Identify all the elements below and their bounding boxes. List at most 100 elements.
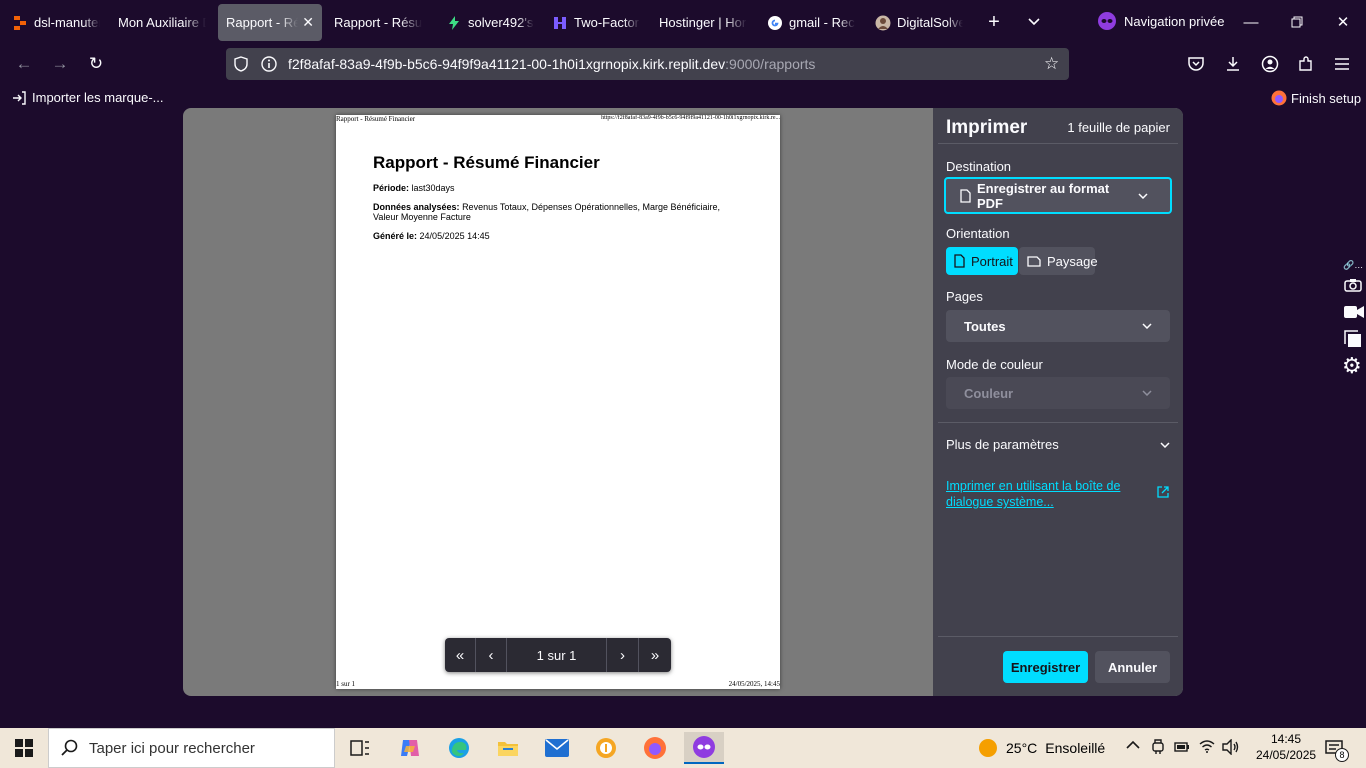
- tab-label: Hostinger | Horizons: [659, 15, 747, 30]
- clock[interactable]: 14:45 24/05/2025: [1256, 731, 1316, 763]
- close-window-button[interactable]: ✕: [1320, 0, 1366, 44]
- chevron-down-icon: [1142, 323, 1152, 329]
- color-mode-label: Mode de couleur: [946, 357, 1043, 372]
- document-icon: [960, 188, 971, 203]
- edge-icon[interactable]: [439, 732, 479, 764]
- tab-gmail-recherche[interactable]: gmail - Recherche: [759, 4, 863, 41]
- extensions-icon[interactable]: [1290, 48, 1322, 80]
- show-hidden-icons-chevron-icon[interactable]: [1126, 740, 1140, 749]
- tab-mon-auxiliaire[interactable]: Mon Auxiliaire Digital: [110, 4, 214, 41]
- save-button[interactable]: Enregistrer: [1003, 651, 1088, 683]
- finish-setup-label: Finish setup: [1291, 90, 1362, 106]
- forward-arrow-icon[interactable]: →: [44, 48, 76, 80]
- tab-label: Two-Factor Auth: [574, 15, 640, 30]
- previous-page-icon[interactable]: ‹: [476, 638, 507, 672]
- search-placeholder: Taper ici pour rechercher: [89, 739, 255, 757]
- report-genere: Généré le: 24/05/2025 14:45: [373, 231, 490, 241]
- account-icon[interactable]: [1254, 48, 1286, 80]
- pages-label: Pages: [946, 289, 983, 304]
- settings-gear-icon[interactable]: ⚙: [1342, 355, 1362, 377]
- divider: [938, 422, 1178, 423]
- destination-value: Enregistrer au format PDF: [977, 180, 1110, 211]
- tab-rapport[interactable]: Rapport - Résumé: [326, 4, 430, 41]
- task-view-icon[interactable]: [340, 732, 380, 764]
- tab-hostinger[interactable]: Hostinger | Horizons: [651, 4, 755, 41]
- destination-select[interactable]: Enregistrer au format PDF: [944, 177, 1172, 214]
- notification-badge: 8: [1335, 748, 1349, 762]
- wifi-icon[interactable]: [1199, 739, 1215, 753]
- system-dialog-link[interactable]: Imprimer en utilisant la boîte de dialog…: [946, 478, 1131, 510]
- import-bookmarks-label: Importer les marque-...: [32, 90, 164, 105]
- restore-button[interactable]: [1274, 0, 1320, 44]
- windows-taskbar: Taper ici pour rechercher 25°C Ensoleill…: [0, 728, 1366, 768]
- preview-header-right: https://f2f8afaf-83a9-4f9b-b5c6-94f9f9a4…: [601, 115, 780, 121]
- genere-label: Généré le:: [373, 231, 418, 241]
- usb-device-icon[interactable]: [1151, 739, 1165, 755]
- preview-header-left: Rapport - Résumé Financier: [336, 115, 416, 123]
- person-avatar-icon: [875, 15, 891, 31]
- video-camera-icon[interactable]: [1344, 305, 1364, 319]
- firefox-private-taskbar-icon[interactable]: [684, 732, 724, 764]
- close-icon[interactable]: ✕: [298, 14, 314, 31]
- file-explorer-icon[interactable]: [488, 732, 528, 764]
- landscape-page-icon: [1027, 255, 1041, 267]
- list-all-tabs-chevron-icon[interactable]: [1018, 6, 1050, 38]
- camera-icon[interactable]: [1344, 278, 1362, 292]
- first-page-icon[interactable]: «: [445, 638, 476, 672]
- vpn-shield-icon[interactable]: [586, 732, 626, 764]
- firefox-taskbar-icon[interactable]: [635, 732, 675, 764]
- minimize-button[interactable]: —: [1228, 0, 1274, 44]
- downloads-icon[interactable]: [1217, 48, 1249, 80]
- page-counter: 1 sur 1: [507, 638, 607, 672]
- portrait-page-icon: [954, 254, 965, 268]
- copilot-icon[interactable]: [390, 732, 430, 764]
- tab-solver-bolt[interactable]: solver492's Bolt: [438, 4, 542, 41]
- url-text[interactable]: f2f8afaf-83a9-4f9b-b5c6-94f9f9a41121-00-…: [288, 56, 815, 72]
- chevron-down-icon: [1160, 441, 1170, 448]
- weather-widget[interactable]: 25°C Ensoleillé: [978, 738, 1105, 758]
- destination-label: Destination: [946, 159, 1012, 174]
- portrait-toggle[interactable]: Portrait: [946, 247, 1018, 275]
- divider: [938, 143, 1178, 144]
- tab-rapport-active[interactable]: Rapport - Résumé ✕: [218, 4, 322, 41]
- taskbar-search-box[interactable]: Taper ici pour rechercher: [48, 728, 335, 768]
- import-bookmarks-item[interactable]: Importer les marque-...: [12, 90, 164, 105]
- external-link-icon[interactable]: [1157, 486, 1169, 498]
- google-icon: [767, 15, 783, 31]
- tab-digitalsolver[interactable]: DigitalSolver: [867, 4, 971, 41]
- report-periode: Période: last30days: [373, 183, 455, 193]
- tab-dsl-manutention[interactable]: dsl-manutention: [4, 4, 108, 41]
- mail-icon[interactable]: [537, 732, 577, 764]
- last-page-icon[interactable]: »: [639, 638, 671, 672]
- periode-value: last30days: [411, 183, 455, 193]
- reload-icon[interactable]: ↻: [80, 48, 112, 80]
- finish-setup-item[interactable]: Finish setup: [1271, 90, 1361, 106]
- pages-select[interactable]: Toutes: [946, 310, 1170, 342]
- tab-label: gmail - Recherche: [789, 15, 855, 30]
- bookmark-star-icon[interactable]: ☆: [1044, 54, 1059, 74]
- tab-label: Mon Auxiliaire Digital: [118, 15, 206, 30]
- cancel-button[interactable]: Annuler: [1095, 651, 1170, 683]
- pocket-icon[interactable]: [1180, 48, 1212, 80]
- portrait-label: Portrait: [971, 253, 1013, 269]
- paysage-toggle[interactable]: Paysage: [1019, 247, 1098, 275]
- donnees-label: Données analysées:: [373, 202, 460, 212]
- site-info-icon[interactable]: [261, 56, 277, 72]
- back-arrow-icon[interactable]: ←: [8, 48, 40, 80]
- notification-center[interactable]: 8: [1323, 738, 1351, 762]
- new-tab-plus-icon[interactable]: +: [978, 6, 1010, 38]
- print-dialog: Rapport - Résumé Financier https://f2f8a…: [183, 108, 1183, 696]
- shield-icon[interactable]: [234, 56, 248, 72]
- link-more-icon[interactable]: 🔗…: [1343, 260, 1363, 271]
- url-bar[interactable]: f2f8afaf-83a9-4f9b-b5c6-94f9f9a41121-00-…: [226, 48, 1069, 80]
- menu-hamburger-icon[interactable]: [1326, 48, 1358, 80]
- volume-icon[interactable]: [1222, 739, 1240, 755]
- battery-icon[interactable]: [1174, 741, 1190, 753]
- windows-start-icon[interactable]: [4, 732, 44, 764]
- more-settings-toggle[interactable]: Plus de paramètres: [946, 437, 1170, 452]
- next-page-icon[interactable]: ›: [607, 638, 639, 672]
- color-mode-select: Couleur: [946, 377, 1170, 409]
- tab-two-factor[interactable]: Two-Factor Auth: [544, 4, 648, 41]
- windows-stack-icon[interactable]: [1344, 330, 1362, 348]
- preview-pager: « ‹ 1 sur 1 › »: [445, 638, 671, 672]
